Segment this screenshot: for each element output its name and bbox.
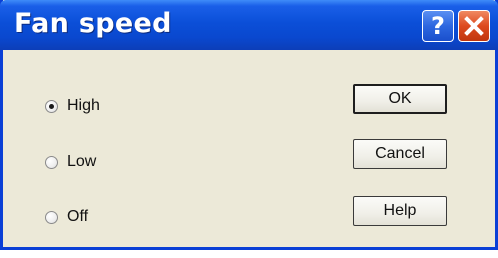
radio-option-low[interactable]: Low xyxy=(45,151,96,173)
help-title-button[interactable]: ? xyxy=(422,10,454,42)
question-mark-icon: ? xyxy=(431,12,445,40)
title-bar[interactable]: Fan speed ? xyxy=(0,0,498,50)
radio-label-off: Off xyxy=(67,208,89,225)
radio-button-off[interactable] xyxy=(45,210,58,224)
ok-button[interactable]: OK xyxy=(353,84,447,114)
radio-option-high[interactable]: High xyxy=(45,95,100,117)
radio-button-high[interactable] xyxy=(45,99,58,113)
window-title: Fan speed xyxy=(14,8,172,39)
close-x-icon xyxy=(464,16,484,36)
close-button[interactable] xyxy=(458,10,490,42)
radio-option-off[interactable]: Off xyxy=(45,206,88,228)
cancel-button[interactable]: Cancel xyxy=(353,139,447,169)
radio-button-low[interactable] xyxy=(45,155,58,169)
fan-speed-dialog: Fan speed ? High Low Off OK Cancel Help xyxy=(0,0,498,250)
help-button[interactable]: Help xyxy=(353,196,447,226)
radio-label-low: Low xyxy=(67,153,97,170)
radio-label-high: High xyxy=(67,97,100,114)
